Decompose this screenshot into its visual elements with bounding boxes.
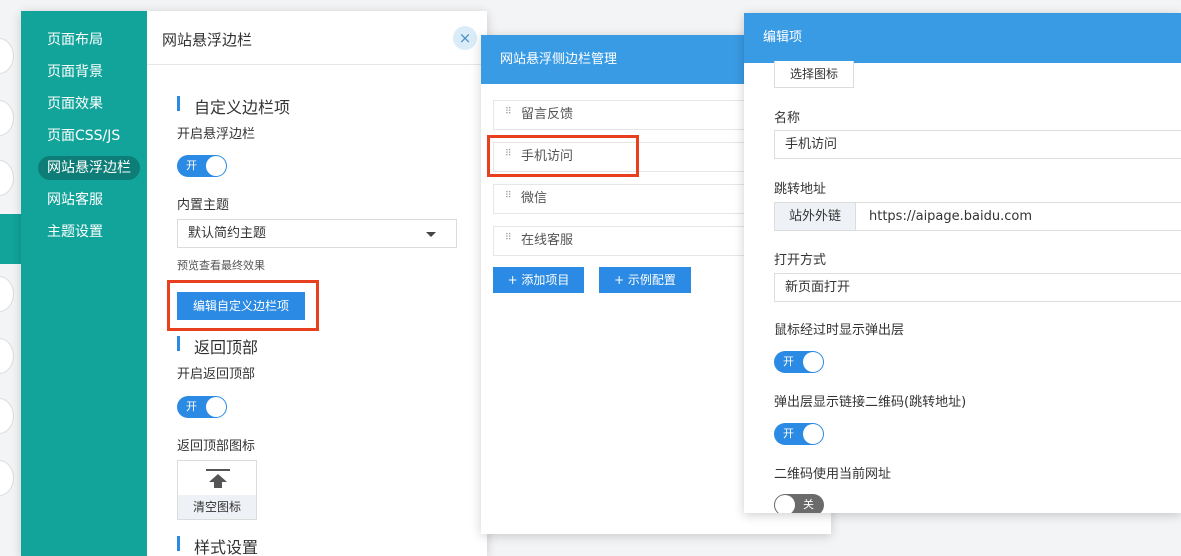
strip-circle <box>0 276 14 312</box>
hover-popup-label: 鼠标经过时显示弹出层 <box>774 323 905 338</box>
drag-handle-icon: ⠿ <box>505 191 513 201</box>
nav-item-page-background[interactable]: 页面背景 <box>38 60 112 84</box>
edit-item-dialog: 编辑项 选择图标 名称 手机访问 跳转地址 站外外链 https://aipag… <box>744 13 1181 513</box>
nav-item-page-layout[interactable]: 页面布局 <box>38 28 112 52</box>
highlight-box <box>487 135 639 177</box>
example-config-button[interactable]: + 示例配置 <box>599 267 691 293</box>
settings-nav: 页面布局 页面背景 页面效果 页面CSS/JS 网站悬浮边栏 网站客服 主题设置 <box>21 11 147 556</box>
qr-code-toggle[interactable]: 开 <box>774 423 824 445</box>
toggle-knob <box>775 495 795 513</box>
toggle-text: 关 <box>803 498 814 511</box>
name-input[interactable]: 手机访问 <box>774 130 1181 159</box>
back-top-icon-picker[interactable]: 清空图标 <box>177 460 257 520</box>
nav-item-theme-settings[interactable]: 主题设置 <box>38 220 112 244</box>
enable-sidebar-label: 开启悬浮边栏 <box>177 127 256 142</box>
back-top-icon-label: 返回顶部图标 <box>177 439 256 454</box>
clear-icon-button[interactable]: 清空图标 <box>178 495 256 519</box>
strip-circle <box>0 460 14 496</box>
toggle-knob <box>206 397 226 417</box>
name-label: 名称 <box>774 111 801 126</box>
list-item-label: 在线客服 <box>521 233 574 248</box>
add-item-button[interactable]: + 添加项目 <box>493 267 584 293</box>
arrow-up-icon <box>206 469 230 488</box>
nav-item-floating-sidebar[interactable]: 网站悬浮边栏 <box>38 156 140 180</box>
enable-back-top-toggle[interactable]: 开 <box>177 396 227 418</box>
divider <box>147 64 487 65</box>
drag-handle-icon: ⠿ <box>505 107 513 117</box>
choose-icon-button[interactable]: 选择图标 <box>774 61 854 88</box>
url-type-addon[interactable]: 站外外链 <box>774 202 856 231</box>
toggle-knob <box>803 424 823 444</box>
nav-item-page-css-js[interactable]: 页面CSS/JS <box>38 124 129 148</box>
caret-down-icon <box>426 232 436 237</box>
theme-select-value: 默认简约主题 <box>188 226 267 241</box>
toggle-knob <box>803 352 823 372</box>
section-heading-back-top: 返回顶部 <box>177 334 258 358</box>
nav-item-page-effects[interactable]: 页面效果 <box>38 92 112 116</box>
toggle-text: 开 <box>783 427 794 440</box>
drag-handle-icon: ⠿ <box>505 233 513 243</box>
enable-back-top-label: 开启返回顶部 <box>177 367 256 382</box>
edit-custom-items-button[interactable]: 编辑自定义边栏项 <box>177 292 305 320</box>
panel-title: 网站悬浮边栏 <box>162 31 253 49</box>
close-icon[interactable]: × <box>453 26 477 50</box>
open-mode-select[interactable]: 新页面打开 <box>774 273 1181 302</box>
qr-code-label: 弹出层显示链接二维码(跳转地址) <box>774 395 967 410</box>
url-input[interactable]: https://aipage.baidu.com <box>855 202 1181 231</box>
settings-content: 网站悬浮边栏 × 自定义边栏项 开启悬浮边栏 开 内置主题 默认简约主题 预览查… <box>147 11 487 556</box>
hover-popup-toggle[interactable]: 开 <box>774 351 824 373</box>
current-url-label: 二维码使用当前网址 <box>774 467 892 482</box>
preview-hint: 预览查看最终效果 <box>177 259 265 272</box>
section-heading-custom: 自定义边栏项 <box>177 94 290 118</box>
toggle-text: 开 <box>186 400 197 413</box>
toggle-text: 开 <box>783 355 794 368</box>
strip-circle <box>0 338 14 374</box>
open-mode-label: 打开方式 <box>774 253 827 268</box>
strip-circle <box>0 398 14 434</box>
nav-item-customer-service[interactable]: 网站客服 <box>38 188 112 212</box>
theme-select[interactable]: 默认简约主题 <box>177 219 457 248</box>
enable-sidebar-toggle[interactable]: 开 <box>177 155 227 177</box>
strip-circle <box>0 100 14 136</box>
section-heading-style: 样式设置 <box>177 534 258 556</box>
settings-panel: 页面布局 页面背景 页面效果 页面CSS/JS 网站悬浮边栏 网站客服 主题设置… <box>21 11 487 556</box>
strip-circle <box>0 38 14 74</box>
list-item-label: 留言反馈 <box>521 107 574 122</box>
toggle-text: 开 <box>186 159 197 172</box>
dialog-title: 编辑项 <box>744 13 1181 63</box>
current-url-toggle[interactable]: 关 <box>774 494 824 513</box>
url-label: 跳转地址 <box>774 182 827 197</box>
toggle-knob <box>206 156 226 176</box>
list-item-label: 微信 <box>521 191 548 206</box>
strip-circle <box>0 160 14 196</box>
theme-label: 内置主题 <box>177 198 230 213</box>
